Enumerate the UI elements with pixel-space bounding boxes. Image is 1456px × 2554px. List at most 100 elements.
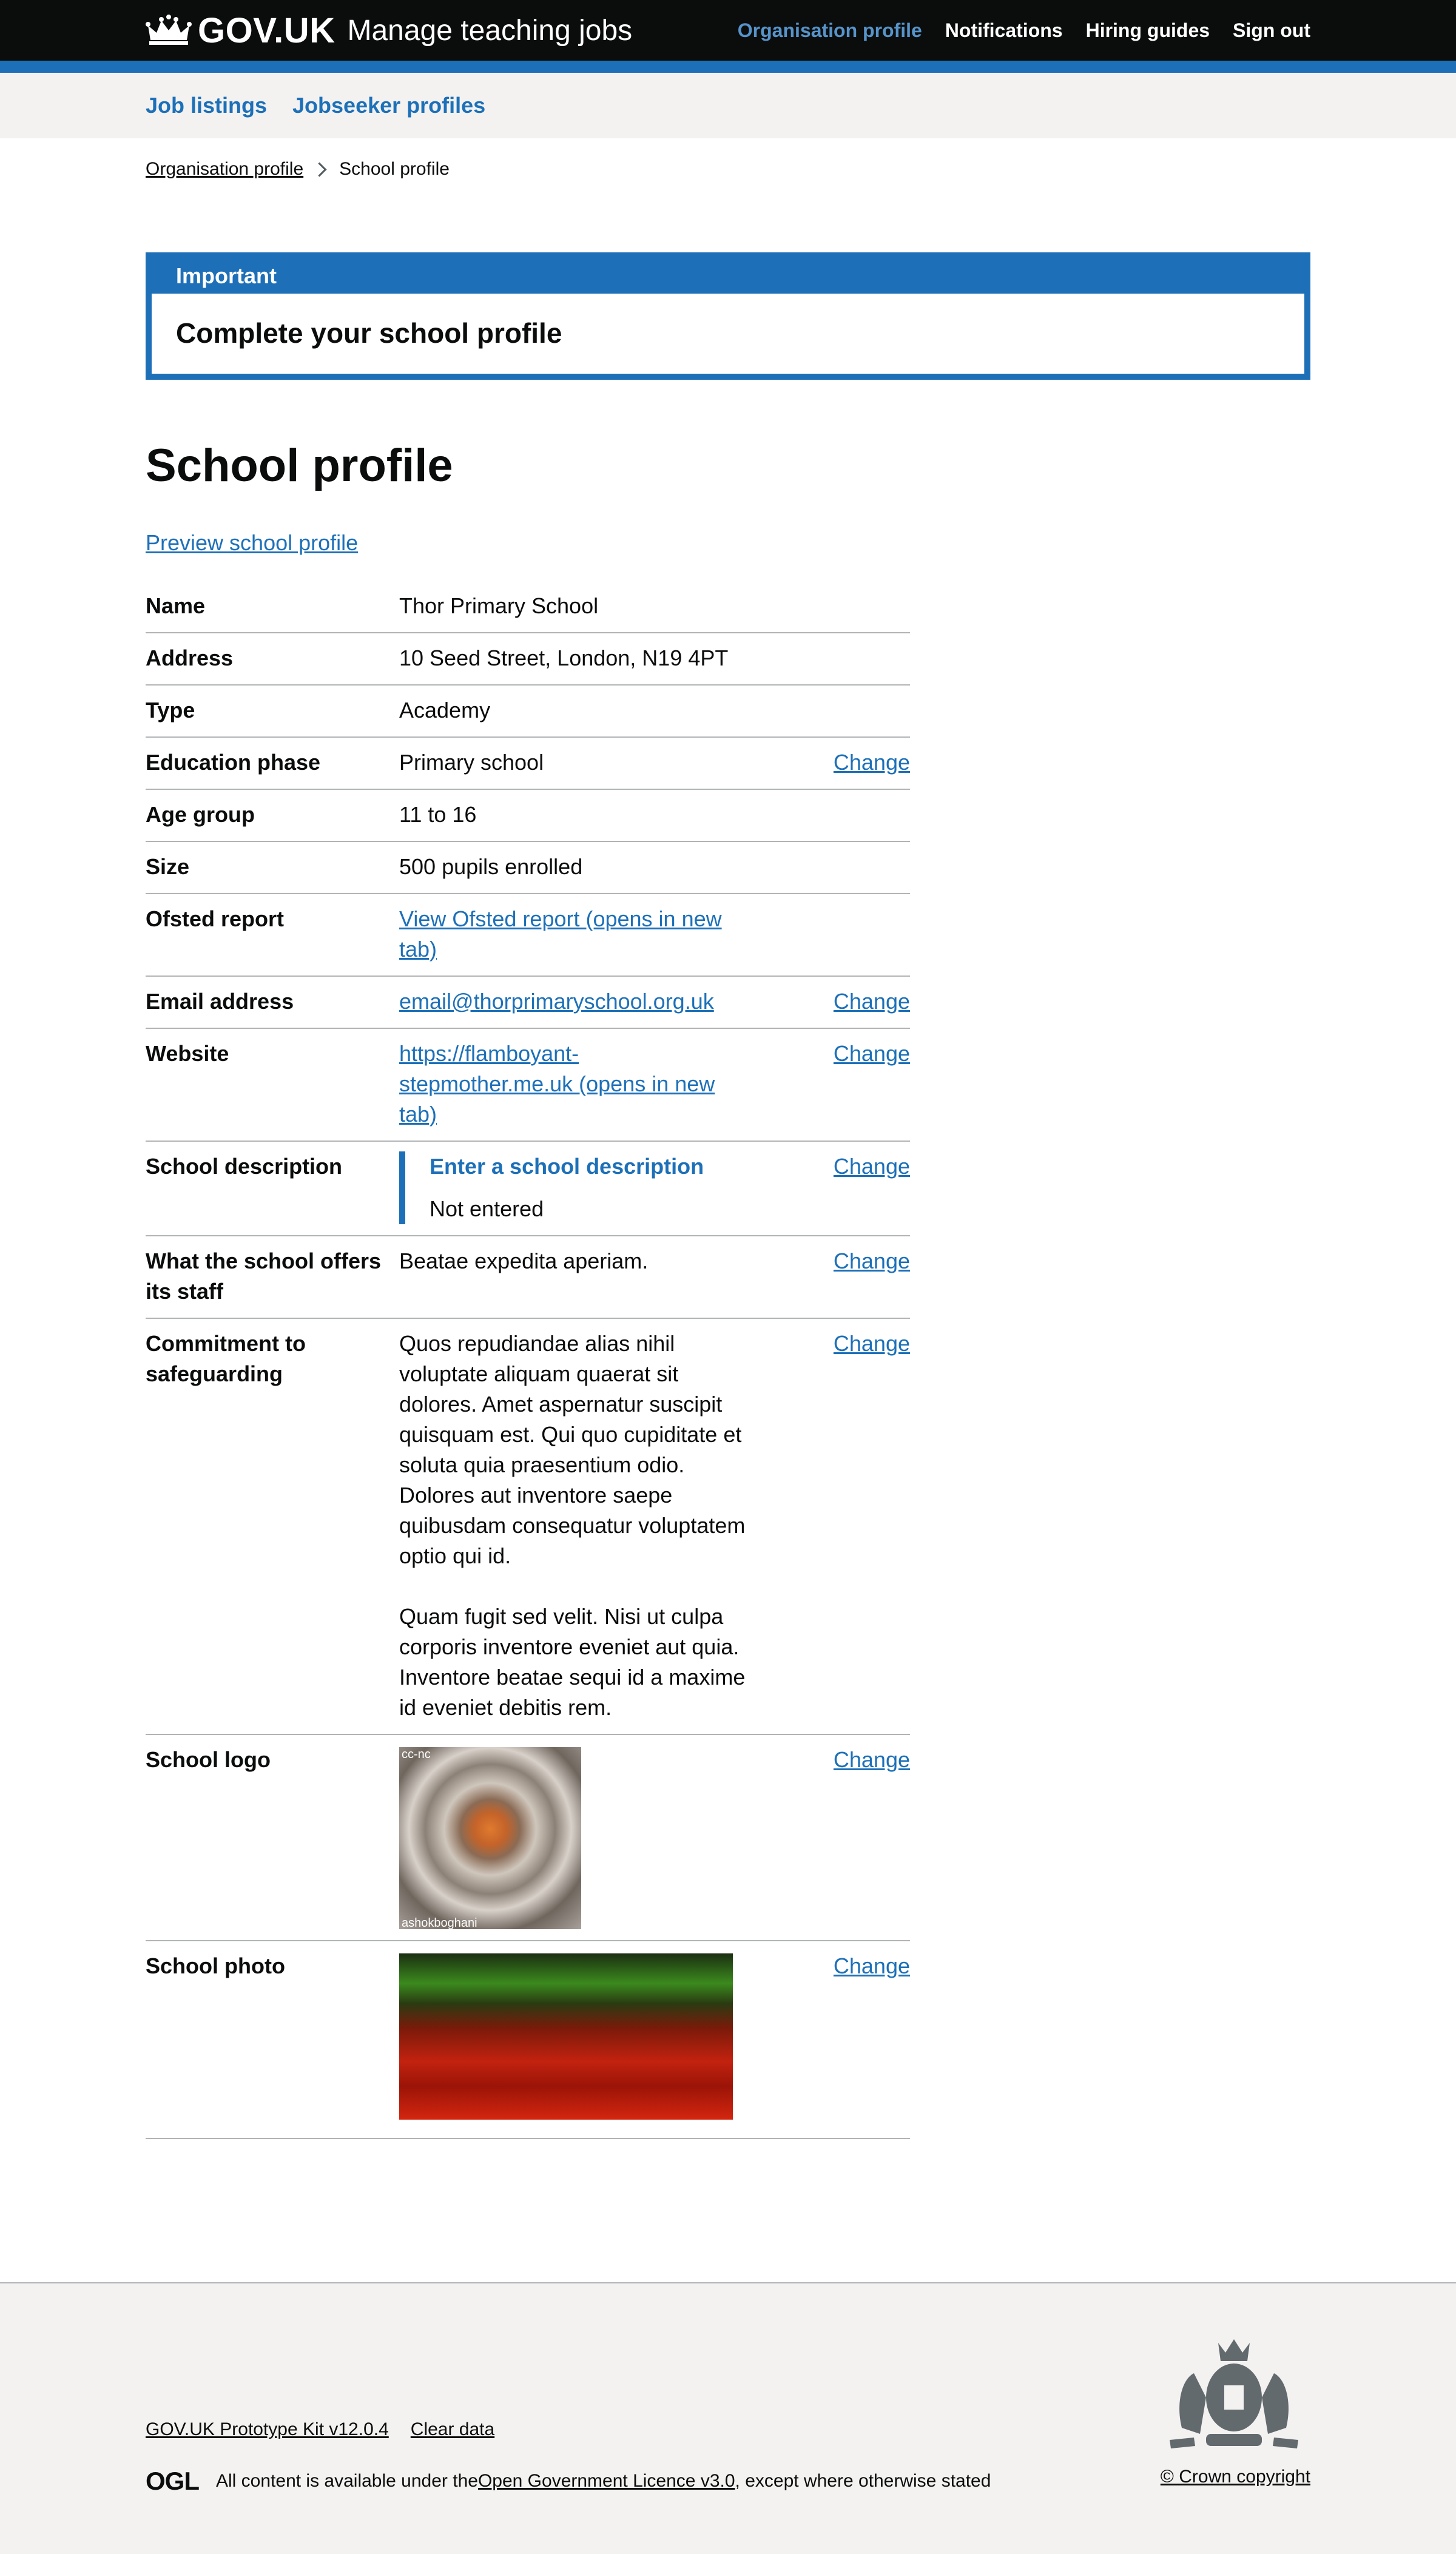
summary-row-staff-offers: What the school offers its staff Beatae … <box>146 1236 910 1319</box>
crown-icon <box>146 15 192 45</box>
school-summary-list: Name Thor Primary School Address 10 Seed… <box>146 581 910 2139</box>
summary-key: Commitment to safeguarding <box>146 1330 306 1386</box>
school-photo-image <box>399 1953 733 2120</box>
summary-value: Academy <box>399 697 491 723</box>
summary-key: School logo <box>146 1747 271 1772</box>
licence-text-before: All content is available under the <box>216 2471 478 2491</box>
breadcrumb-current: School profile <box>339 159 450 179</box>
breadcrumb-organisation-profile[interactable]: Organisation profile <box>146 159 303 180</box>
school-logo-image: cc-nc ashokboghani <box>399 1747 581 1929</box>
nav-hiring-guides[interactable]: Hiring guides <box>1086 19 1210 42</box>
summary-value: 11 to 16 <box>399 801 477 827</box>
page-title: School profile <box>146 440 453 491</box>
logo-caption-bottom: ashokboghani <box>402 1916 477 1930</box>
email-link[interactable]: email@thorprimaryschool.org.uk <box>399 989 714 1014</box>
summary-action-empty <box>751 800 910 830</box>
summary-action: Change <box>751 1329 910 1723</box>
summary-key: Size <box>146 854 190 879</box>
banner-content: Complete your school profile <box>152 294 1304 374</box>
nav-organisation-profile[interactable]: Organisation profile <box>738 19 922 42</box>
summary-value: cc-nc ashokboghani <box>399 1745 751 1929</box>
change-email-link[interactable]: Change <box>834 989 910 1014</box>
open-government-licence-link[interactable]: Open Government Licence v3.0 <box>478 2471 735 2492</box>
service-name[interactable]: Manage teaching jobs <box>347 14 632 47</box>
summary-value: email@thorprimaryschool.org.uk <box>399 986 751 1017</box>
summary-row-school-photo: School photo Change <box>146 1941 910 2139</box>
summary-key: What the school offers its staff <box>146 1248 382 1304</box>
site-footer: GOV.UK Prototype Kit v12.0.4 Clear data … <box>0 2282 1456 2554</box>
summary-action-empty <box>751 591 910 621</box>
summary-row-name: Name Thor Primary School <box>146 581 910 633</box>
preview-school-profile-link[interactable]: Preview school profile <box>146 530 358 556</box>
summary-key: Age group <box>146 801 255 827</box>
summary-row-safeguarding: Commitment to safeguarding Quos repudian… <box>146 1319 910 1735</box>
change-website-link[interactable]: Change <box>834 1041 910 1066</box>
summary-row-type: Type Academy <box>146 686 910 738</box>
header-navigation: Organisation profile Notifications Hirin… <box>738 19 1310 42</box>
royal-coat-of-arms-icon <box>1170 2339 1298 2448</box>
summary-row-ofsted-report: Ofsted report View Ofsted report (opens … <box>146 894 910 977</box>
breadcrumb: Organisation profile School profile <box>146 138 1310 180</box>
summary-key: Name <box>146 593 206 618</box>
change-school-logo-link[interactable]: Change <box>834 1747 910 1772</box>
subnav-jobseeker-profiles[interactable]: Jobseeker profiles <box>292 93 485 118</box>
crown-copyright-link[interactable]: © Crown copyright <box>1161 2467 1310 2487</box>
ofsted-report-link[interactable]: View Ofsted report (opens in new tab) <box>399 906 722 962</box>
change-safeguarding-link[interactable]: Change <box>834 1331 910 1356</box>
summary-value: 10 Seed Street, London, N19 4PT <box>399 645 729 670</box>
description-inset: Enter a school description Not entered <box>399 1151 751 1224</box>
summary-key: Address <box>146 645 234 670</box>
change-staff-offers-link[interactable]: Change <box>834 1248 910 1273</box>
summary-action: Change <box>751 1951 910 2120</box>
govuk-logo-link[interactable]: GOV.UK <box>146 10 335 51</box>
summary-action-empty <box>751 643 910 673</box>
summary-value: Primary school <box>399 749 544 775</box>
change-education-phase-link[interactable]: Change <box>834 750 910 775</box>
summary-value: Quos repudiandae alias nihil voluptate a… <box>399 1329 751 1723</box>
site-header: GOV.UK Manage teaching jobs Organisation… <box>0 0 1456 73</box>
nav-sign-out[interactable]: Sign out <box>1233 19 1310 42</box>
summary-key: Ofsted report <box>146 906 285 931</box>
main-content: Organisation profile School profile Impo… <box>146 138 1310 2139</box>
summary-row-school-description: School description Enter a school descri… <box>146 1142 910 1236</box>
logo-caption-top: cc-nc <box>402 1747 431 1761</box>
summary-row-size: Size 500 pupils enrolled <box>146 842 910 894</box>
summary-action-empty <box>751 852 910 882</box>
summary-value: https://flamboyant-stepmother.me.uk (ope… <box>399 1039 751 1130</box>
summary-row-age-group: Age group 11 to 16 <box>146 790 910 842</box>
summary-row-email: Email address email@thorprimaryschool.or… <box>146 977 910 1029</box>
govuk-brand: GOV.UK <box>198 10 335 50</box>
prototype-kit-link[interactable]: GOV.UK Prototype Kit v12.0.4 <box>146 2419 389 2440</box>
licence-statement: OGL All content is available under the O… <box>146 2467 991 2496</box>
notification-banner: Important Complete your school profile <box>146 252 1310 380</box>
description-inset-text: Not entered <box>430 1196 544 1221</box>
subnav-job-listings[interactable]: Job listings <box>146 93 267 118</box>
summary-row-website: Website https://flamboyant-stepmother.me… <box>146 1029 910 1142</box>
summary-value: View Ofsted report (opens in new tab) <box>399 904 751 965</box>
summary-key: Website <box>146 1040 229 1066</box>
description-inset-title: Enter a school description <box>430 1153 704 1179</box>
summary-key: Type <box>146 697 195 723</box>
summary-value: Beatae expedita aperiam. <box>399 1248 649 1273</box>
summary-value <box>399 1951 751 2120</box>
banner-title: Important <box>176 263 277 288</box>
chevron-right-icon <box>312 161 327 177</box>
change-school-description-link[interactable]: Change <box>834 1154 910 1179</box>
summary-value: 500 pupils enrolled <box>399 854 583 879</box>
summary-row-education-phase: Education phase Primary school Change <box>146 738 910 790</box>
summary-action: Change <box>751 1151 910 1224</box>
licence-text-after: , except where otherwise stated <box>735 2471 991 2491</box>
clear-data-link[interactable]: Clear data <box>411 2419 494 2440</box>
footer-links: GOV.UK Prototype Kit v12.0.4 Clear data <box>146 2419 494 2440</box>
summary-action: Change <box>751 1745 910 1929</box>
summary-action: Change <box>751 747 910 778</box>
summary-key: Email address <box>146 988 294 1014</box>
summary-key: School photo <box>146 1953 285 1978</box>
summary-action-empty <box>751 904 910 965</box>
summary-row-address: Address 10 Seed Street, London, N19 4PT <box>146 633 910 686</box>
change-school-photo-link[interactable]: Change <box>834 1953 910 1978</box>
website-link[interactable]: https://flamboyant-stepmother.me.uk (ope… <box>399 1041 715 1127</box>
summary-key: School description <box>146 1153 343 1179</box>
summary-action-empty <box>751 695 910 726</box>
nav-notifications[interactable]: Notifications <box>945 19 1063 42</box>
